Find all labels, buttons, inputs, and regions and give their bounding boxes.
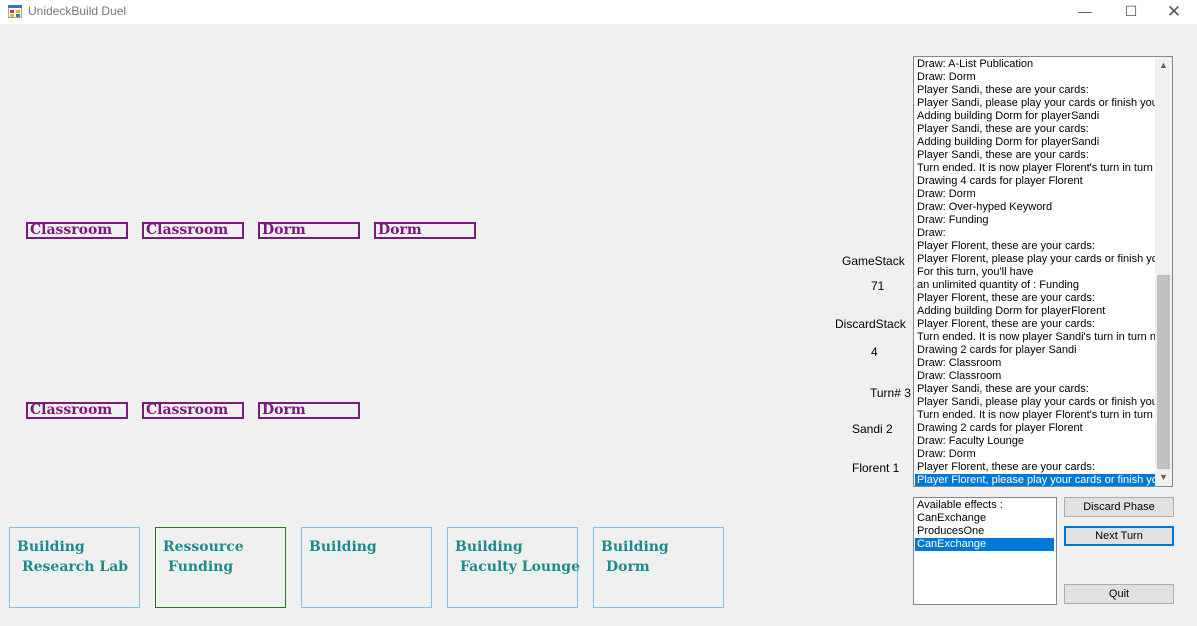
log-entry[interactable]: Draw: Over-hyped Keyword (917, 201, 1155, 214)
hand-card-subtitle: Faculty Lounge (460, 559, 580, 575)
next-turn-button[interactable]: Next Turn (1064, 526, 1174, 546)
log-entry[interactable]: Draw: Dorm (917, 188, 1155, 201)
log-entry[interactable]: Draw: Faculty Lounge (917, 435, 1155, 448)
scroll-up-arrow-icon[interactable]: ▲ (1155, 57, 1172, 74)
log-entry[interactable]: Player Sandi, these are your cards: (917, 84, 1155, 97)
log-entry[interactable]: Draw: Dorm (917, 448, 1155, 461)
effects-list[interactable]: Available effects : CanExchange ProducesOn… (913, 497, 1057, 605)
log-entry[interactable]: Adding building Dorm for playerSandi (917, 136, 1155, 149)
discard-phase-button[interactable]: Discard Phase (1064, 497, 1174, 517)
log-entry[interactable]: Draw: A-List Publication (917, 58, 1155, 71)
log-entry[interactable]: an unlimited quantity of : Funding (917, 279, 1155, 292)
title-bar: UnideckBuild Duel — ☐ ✕ (0, 0, 1197, 24)
game-log-list[interactable]: ▲ ▼ Draw: A-List Publication Draw: Dorm Pl… (913, 56, 1173, 487)
log-entry[interactable]: For this turn, you'll have (917, 266, 1155, 279)
top-building-card[interactable]: Classroom (142, 222, 244, 239)
hand-card-title: Building (455, 539, 523, 555)
hand-card[interactable]: Ressource Funding (155, 527, 286, 608)
bottom-building-card[interactable]: Classroom (142, 402, 244, 419)
bottom-building-card[interactable]: Dorm (258, 402, 360, 419)
effect-item[interactable]: CanExchange (917, 512, 1054, 525)
log-entry[interactable]: Player Sandi, please play your cards or … (917, 97, 1155, 110)
log-entry[interactable]: Draw: Dorm (917, 71, 1155, 84)
log-entry[interactable]: Draw: (917, 227, 1155, 240)
top-building-card[interactable]: Dorm (374, 222, 476, 239)
effect-item[interactable]: ProducesOne (917, 525, 1054, 538)
scroll-down-arrow-icon[interactable]: ▼ (1155, 469, 1172, 486)
log-entry[interactable]: Player Florent, these are your cards: (917, 292, 1155, 305)
log-entry[interactable]: Player Florent, these are your cards: (917, 461, 1155, 474)
top-building-card[interactable]: Dorm (258, 222, 360, 239)
top-building-card[interactable]: Classroom (26, 222, 128, 239)
hand-card[interactable]: Building (301, 527, 432, 608)
window-title: UnideckBuild Duel (28, 4, 127, 18)
app-icon (8, 5, 22, 18)
log-entry[interactable]: Draw: Classroom (917, 357, 1155, 370)
log-entry[interactable]: Player Sandi, these are your cards: (917, 383, 1155, 396)
player-score-florent: Florent 1 (852, 461, 900, 475)
hand-card-subtitle: Dorm (606, 559, 650, 575)
scroll-thumb[interactable] (1157, 275, 1170, 469)
bottom-building-card[interactable]: Classroom (26, 402, 128, 419)
log-entry[interactable]: Drawing 4 cards for player Florent (917, 175, 1155, 188)
hand-card-subtitle: Funding (168, 559, 234, 575)
log-entry[interactable]: Turn ended. It is now player Florent's t… (917, 162, 1155, 175)
log-entry[interactable]: Adding building Dorm for playerFlorent (917, 305, 1155, 318)
minimize-button[interactable]: — (1062, 0, 1108, 24)
hand-card[interactable]: Building Research Lab (9, 527, 140, 608)
game-stack-value: 71 (871, 279, 885, 293)
turn-number: Turn# 3 (870, 386, 911, 400)
discard-stack-label: DiscardStack (835, 317, 906, 331)
log-entry[interactable]: Player Sandi, please play your cards or … (917, 396, 1155, 409)
hand-card-title: Building (601, 539, 669, 555)
player-score-sandi: Sandi 2 (852, 422, 893, 436)
log-entry[interactable]: Player Florent, please play your cards o… (917, 253, 1155, 266)
quit-button[interactable]: Quit (1064, 584, 1174, 604)
maximize-button[interactable]: ☐ (1108, 0, 1154, 24)
hand-card[interactable]: Building Dorm (593, 527, 724, 608)
hand-card[interactable]: Building Faculty Lounge (447, 527, 580, 608)
log-entry[interactable]: Player Florent, these are your cards: (917, 318, 1155, 331)
log-entry[interactable]: Player Sandi, these are your cards: (917, 149, 1155, 162)
log-entry[interactable]: Adding building Dorm for playerSandi (917, 110, 1155, 123)
log-entry[interactable]: Drawing 2 cards for player Florent (917, 422, 1155, 435)
game-stack-label: GameStack (842, 254, 905, 268)
log-entry[interactable]: Turn ended. It is now player Florent's t… (917, 409, 1155, 422)
close-button[interactable]: ✕ (1151, 0, 1197, 24)
log-entry[interactable]: Draw: Funding (917, 214, 1155, 227)
log-entry[interactable]: Draw: Classroom (917, 370, 1155, 383)
hand-card-title: Building (17, 539, 85, 555)
hand-card-title: Ressource (163, 539, 244, 555)
log-entry[interactable]: Player Florent, please play your cards o… (915, 474, 1155, 486)
hand-card-subtitle: Research Lab (22, 559, 129, 575)
log-entry[interactable]: Turn ended. It is now player Sandi's tur… (917, 331, 1155, 344)
log-scrollbar[interactable]: ▲ ▼ (1155, 57, 1172, 486)
effect-item[interactable]: CanExchange (915, 538, 1054, 551)
log-entry[interactable]: Player Sandi, these are your cards: (917, 123, 1155, 136)
effects-header: Available effects : (917, 499, 1003, 511)
discard-stack-value: 4 (871, 345, 878, 359)
log-entry[interactable]: Player Florent, these are your cards: (917, 240, 1155, 253)
hand-card-title: Building (309, 539, 377, 555)
log-entry[interactable]: Drawing 2 cards for player Sandi (917, 344, 1155, 357)
